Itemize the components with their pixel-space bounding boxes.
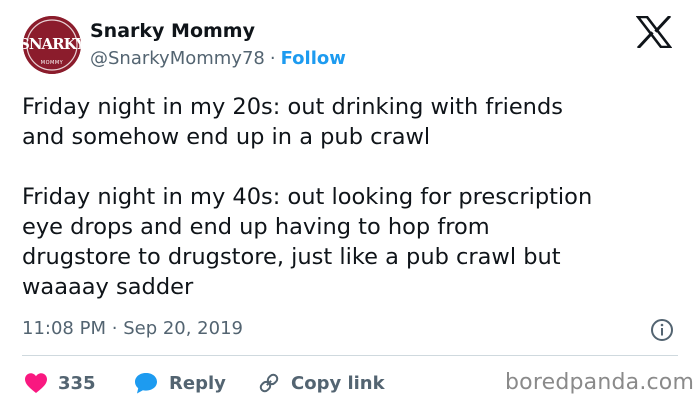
like-count: 335 — [58, 372, 96, 394]
author-handle-row: @SnarkyMommy78 · Follow — [90, 48, 346, 69]
tweet-time: 11:08 PM — [22, 318, 106, 339]
author-name[interactable]: Snarky Mommy — [90, 20, 255, 42]
copy-link-label: Copy link — [291, 372, 385, 394]
tweet-text: Friday night in my 20s: out drinking wit… — [22, 92, 687, 302]
tweet-card: SNARKY MOMMY Snarky Mommy @SnarkyMommy78… — [0, 0, 700, 410]
copy-link-button[interactable]: Copy link — [257, 370, 385, 396]
timestamp-separator: · — [111, 318, 118, 339]
heart-icon — [25, 373, 47, 393]
watermark-text: boredpanda.com — [505, 370, 695, 395]
handle-separator: · — [269, 48, 276, 69]
tweet-paragraph-1: Friday night in my 20s: out drinking wit… — [22, 94, 563, 150]
avatar-logo-icon: SNARKY MOMMY — [23, 16, 81, 74]
follow-button[interactable]: Follow — [281, 48, 346, 69]
divider — [22, 355, 678, 356]
tweet-paragraph-2: Friday night in my 40s: out looking for … — [22, 184, 593, 300]
tweet-date: Sep 20, 2019 — [123, 318, 243, 339]
avatar[interactable]: SNARKY MOMMY — [23, 16, 81, 74]
link-icon — [259, 373, 279, 393]
reply-button[interactable]: Reply — [133, 370, 226, 396]
avatar-text: SNARKY — [23, 35, 81, 53]
avatar-subtext: MOMMY — [41, 60, 64, 66]
author-handle[interactable]: @SnarkyMommy78 — [90, 48, 265, 69]
reply-bubble-icon — [135, 373, 157, 394]
x-logo-icon[interactable] — [636, 16, 672, 48]
reply-label: Reply — [169, 372, 226, 394]
info-icon[interactable] — [650, 318, 674, 342]
tweet-timestamp[interactable]: 11:08 PM · Sep 20, 2019 — [22, 318, 243, 339]
like-button[interactable]: 335 — [24, 370, 96, 396]
